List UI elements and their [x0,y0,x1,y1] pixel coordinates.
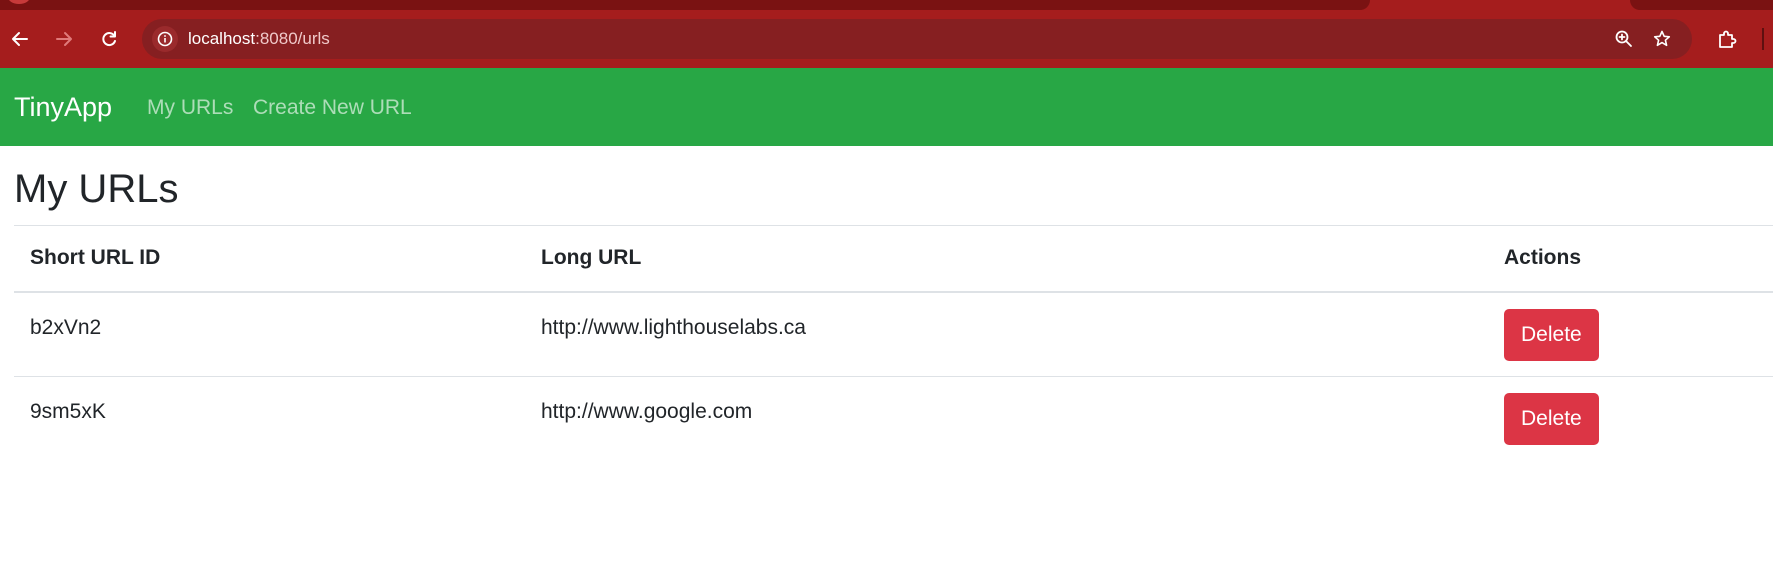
table-row: 9sm5xK http://www.google.com Delete [14,377,1773,462]
toolbar-divider [1762,28,1764,50]
delete-button[interactable]: Delete [1504,308,1599,361]
nav-link-create-new-url[interactable]: Create New URL [253,96,412,120]
back-button[interactable] [3,22,37,56]
urls-table: Short URL ID Long URL Actions b2xVn2 htt… [14,225,1773,462]
url-host: localhost [188,29,256,48]
arrow-right-icon [56,32,72,46]
table-row: b2xVn2 http://www.lighthouselabs.ca Dele… [14,291,1773,377]
table-header-row: Short URL ID Long URL Actions [14,225,1773,293]
actions-cell: Delete [1488,377,1773,462]
star-icon[interactable] [1650,27,1674,51]
header-short-url-id: Short URL ID [14,225,525,293]
brand-logo[interactable]: TinyApp [14,92,112,123]
long-url: http://www.lighthouselabs.ca [541,315,806,339]
header-actions: Actions [1488,225,1773,293]
browser-toolbar: localhost:8080/urls [0,0,1773,68]
actions-cell: Delete [1488,291,1773,377]
long-url-cell: http://www.lighthouselabs.ca [525,291,1488,377]
short-url-id: 9sm5xK [30,400,106,423]
address-bar[interactable]: localhost:8080/urls [142,19,1692,59]
app-navbar: TinyApp My URLs Create New URL [0,68,1773,146]
long-url-cell: http://www.google.com [525,377,1488,462]
header-long-url: Long URL [525,225,1488,293]
reload-button[interactable] [92,22,126,56]
info-icon[interactable] [152,26,178,52]
arrow-left-icon [12,32,28,46]
long-url: http://www.google.com [541,400,753,423]
short-url-cell: 9sm5xK [14,377,525,462]
reload-icon [102,31,116,47]
extensions-button[interactable] [1710,22,1744,56]
forward-button[interactable] [47,22,81,56]
delete-button[interactable]: Delete [1504,393,1599,445]
zoom-in-icon[interactable] [1612,27,1636,51]
page-title: My URLs [14,167,179,211]
url-text[interactable]: localhost:8080/urls [188,29,330,49]
puzzle-icon [1719,30,1737,48]
nav-link-my-urls[interactable]: My URLs [147,96,233,120]
tab-strip-right [1630,0,1773,10]
short-url-id: b2xVn2 [30,315,102,339]
tab-strip [0,0,1370,10]
url-path: :8080/urls [255,29,330,48]
short-url-cell: b2xVn2 [14,291,525,377]
